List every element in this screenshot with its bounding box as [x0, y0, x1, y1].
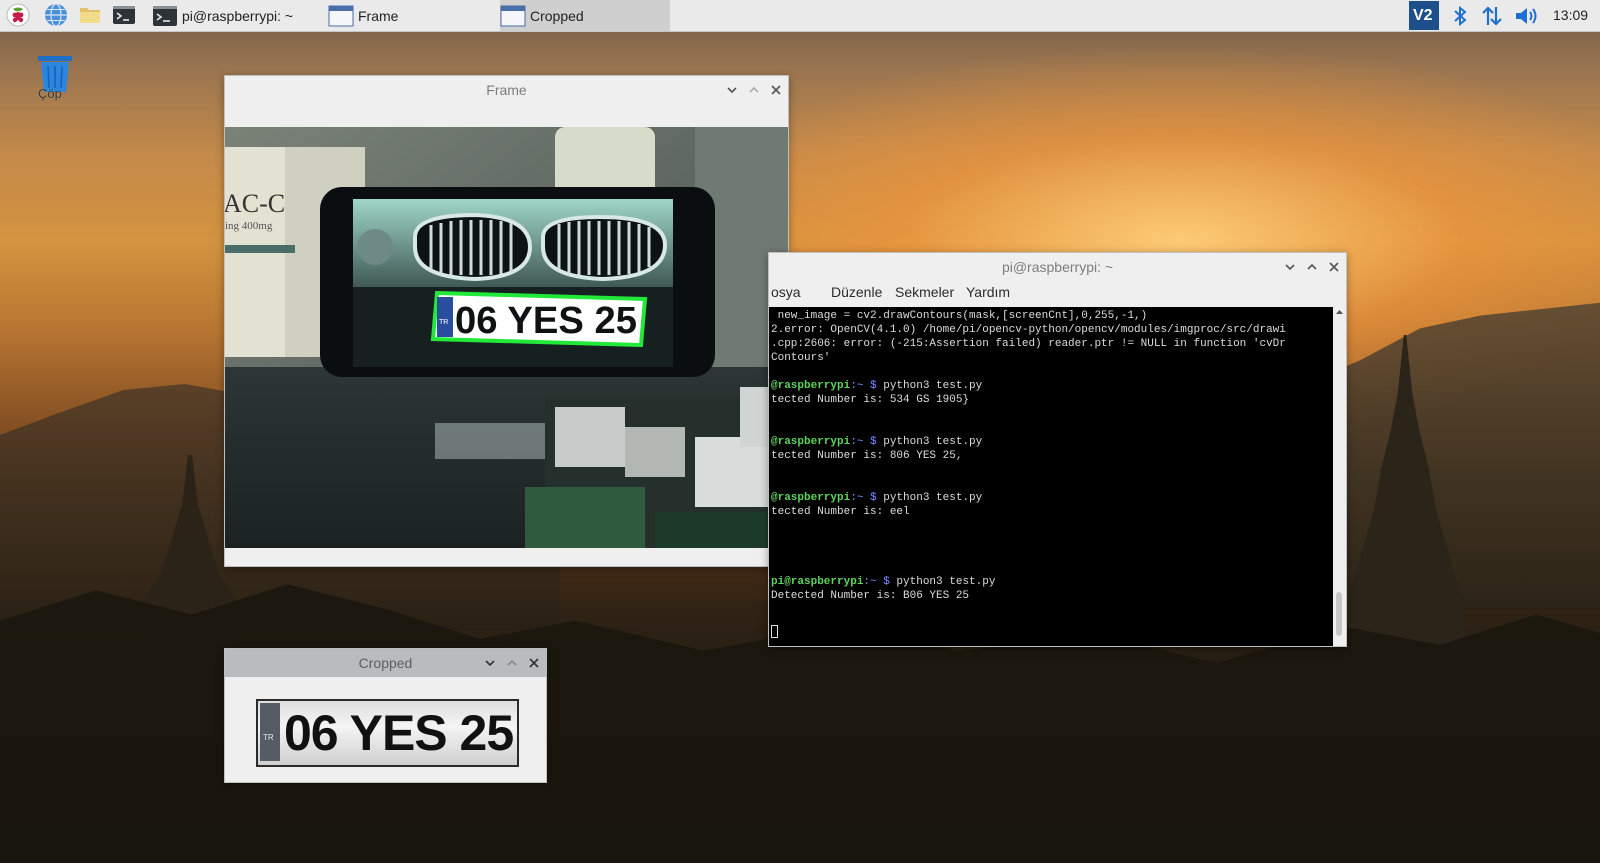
plate-text: 06 YES 25 [455, 300, 637, 342]
vnc-server-icon[interactable]: V2 [1409, 1, 1439, 30]
scroll-up-icon[interactable] [1333, 307, 1346, 317]
terminal-cursor [771, 625, 778, 638]
camera-frame-image: AC-C ing 400mg TR 06 YES 25 [225, 127, 788, 548]
frame-window: Frame AC-C ing 400mg TR 06 YES 25 [224, 75, 789, 567]
menu-file[interactable]: osya [771, 284, 801, 300]
terminal-icon [153, 5, 177, 26]
terminal-line: tected Number is: 534 GS 1905} [771, 394, 970, 406]
cropped-titlebar[interactable]: Cropped [225, 649, 546, 677]
close-icon[interactable] [528, 657, 540, 669]
trash-label: Çöp [38, 86, 62, 101]
plate-country: TR [439, 319, 448, 326]
scroll-thumb[interactable] [1336, 592, 1342, 636]
terminal-line: 2.error: OpenCV(4.1.0) /home/pi/opencv-p… [771, 324, 1286, 336]
prompt-sign: :~ $ [850, 492, 877, 504]
terminal-line: tected Number is: eel [771, 506, 910, 518]
prompt-sign: :~ $ [863, 576, 890, 588]
menu-edit[interactable]: Düzenle [831, 284, 882, 300]
close-icon[interactable] [770, 84, 782, 96]
prompt-command: python3 test.py [889, 576, 996, 588]
raspberry-menu-icon[interactable] [6, 3, 30, 27]
terminal-line: new_image = cv2.drawContours(mask,[scree… [771, 310, 1148, 322]
prompt-user: @raspberrypi [771, 436, 851, 448]
terminal-scrollbar[interactable] [1333, 307, 1346, 646]
task-terminal[interactable]: pi@raspberrypi: ~ [152, 0, 312, 31]
cropped-plate-image: TR 06 YES 25 [256, 699, 519, 767]
terminal-line: tected Number is: 806 YES 25, [771, 450, 963, 462]
terminal-line: pi@raspberrypi:~ $ python3 test.py [771, 575, 995, 589]
volume-icon[interactable] [1514, 4, 1540, 28]
prompt-command: python3 test.py [876, 436, 983, 448]
terminal-menubar: osya Düzenle Sekmeler Yardım [769, 281, 1346, 305]
prompt-user: @raspberrypi [771, 380, 851, 392]
minimize-icon[interactable] [726, 84, 738, 96]
terminal-title: pi@raspberrypi: ~ [1001, 259, 1114, 275]
network-icon[interactable] [1480, 4, 1504, 28]
minimize-icon[interactable] [484, 657, 496, 669]
plate-text: 06 YES 25 [284, 705, 514, 761]
vnc-label: V2 [1413, 6, 1433, 24]
task-frame[interactable]: Frame [328, 0, 498, 31]
task-cropped[interactable]: Cropped [500, 0, 670, 31]
camera-scene: AC-C ing 400mg TR 06 YES 25 [225, 127, 788, 548]
box-subtext: ing 400mg [225, 220, 273, 232]
maximize-icon[interactable] [748, 84, 760, 96]
box-text: AC-C [225, 189, 285, 218]
terminal-window: pi@raspberrypi: ~ osya Düzenle Sekmeler … [768, 252, 1347, 647]
close-icon[interactable] [1328, 261, 1340, 273]
frame-title: Frame [486, 82, 527, 98]
window-icon [500, 5, 526, 26]
terminal-line: .cpp:2606: error: (-215:Assertion failed… [771, 338, 1286, 350]
cropped-title: Cropped [358, 655, 413, 671]
prompt-command: python3 test.py [876, 492, 983, 504]
prompt-user: pi@raspberrypi [771, 576, 864, 588]
maximize-icon[interactable] [1306, 261, 1318, 273]
prompt-user: @raspberrypi [771, 492, 851, 504]
frame-titlebar[interactable]: Frame [225, 76, 788, 104]
terminal-line: Detected Number is: B06 YES 25 [771, 590, 970, 602]
terminal-output[interactable]: new_image = cv2.drawContours(mask,[scree… [769, 307, 1333, 646]
plate-country: TR [263, 733, 274, 742]
prompt-sign: :~ $ [850, 436, 877, 448]
maximize-icon[interactable] [506, 657, 518, 669]
terminal-titlebar[interactable]: pi@raspberrypi: ~ [769, 253, 1346, 281]
detected-plate: TR 06 YES 25 [430, 290, 648, 348]
terminal-line: @raspberrypi:~ $ python3 test.py [771, 491, 982, 505]
cropped-window: Cropped TR 06 YES 25 [224, 648, 547, 783]
plate-country-strip [260, 703, 280, 761]
task-terminal-label: pi@raspberrypi: ~ [182, 7, 294, 24]
menu-help[interactable]: Yardım [966, 284, 1010, 300]
terminal-line: @raspberrypi:~ $ python3 test.py [771, 435, 982, 449]
taskbar: pi@raspberrypi: ~ Frame Cropped V2 13:09 [0, 0, 1600, 32]
terminal-line: Contours' [771, 352, 831, 364]
file-manager-icon[interactable] [78, 3, 102, 27]
task-cropped-label: Cropped [530, 7, 584, 24]
window-icon [328, 5, 354, 26]
bluetooth-icon[interactable] [1452, 4, 1468, 28]
clock: 13:09 [1553, 7, 1589, 23]
terminal-launcher-icon[interactable] [112, 3, 136, 27]
task-frame-label: Frame [358, 7, 399, 24]
minimize-icon[interactable] [1284, 261, 1296, 273]
terminal-line: @raspberrypi:~ $ python3 test.py [771, 379, 982, 393]
web-browser-icon[interactable] [44, 3, 68, 27]
prompt-command: python3 test.py [876, 380, 983, 392]
plate-reflection [435, 423, 555, 459]
prompt-sign: :~ $ [850, 380, 877, 392]
menu-tabs[interactable]: Sekmeler [895, 284, 954, 300]
